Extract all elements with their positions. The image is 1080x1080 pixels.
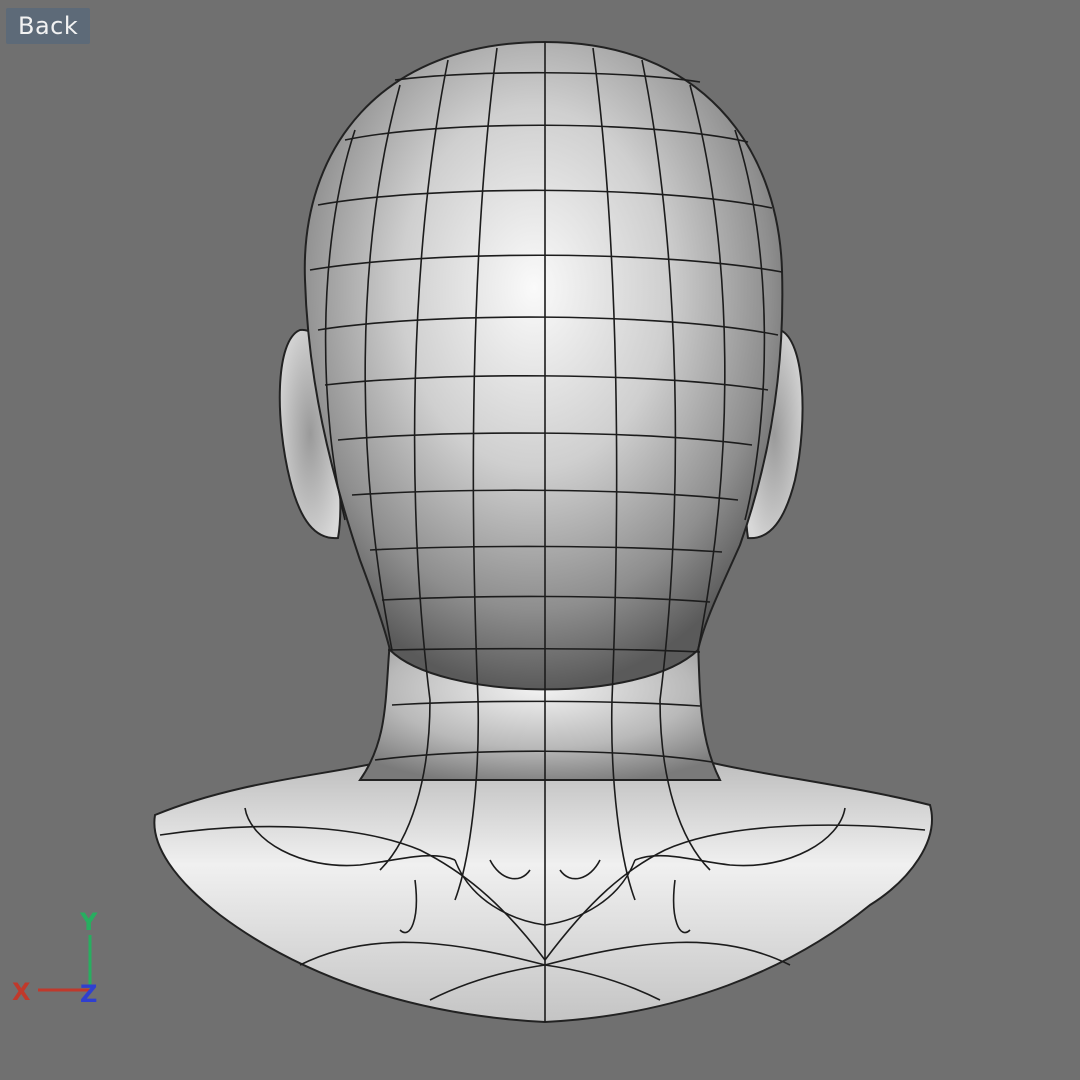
head-surface (303, 40, 784, 691)
shoulder-surface (153, 759, 933, 1024)
view-back-button[interactable]: Back (6, 8, 91, 44)
head-mesh-model[interactable] (0, 0, 1080, 1080)
3d-viewport[interactable]: Back Y X Z (0, 0, 1080, 1080)
